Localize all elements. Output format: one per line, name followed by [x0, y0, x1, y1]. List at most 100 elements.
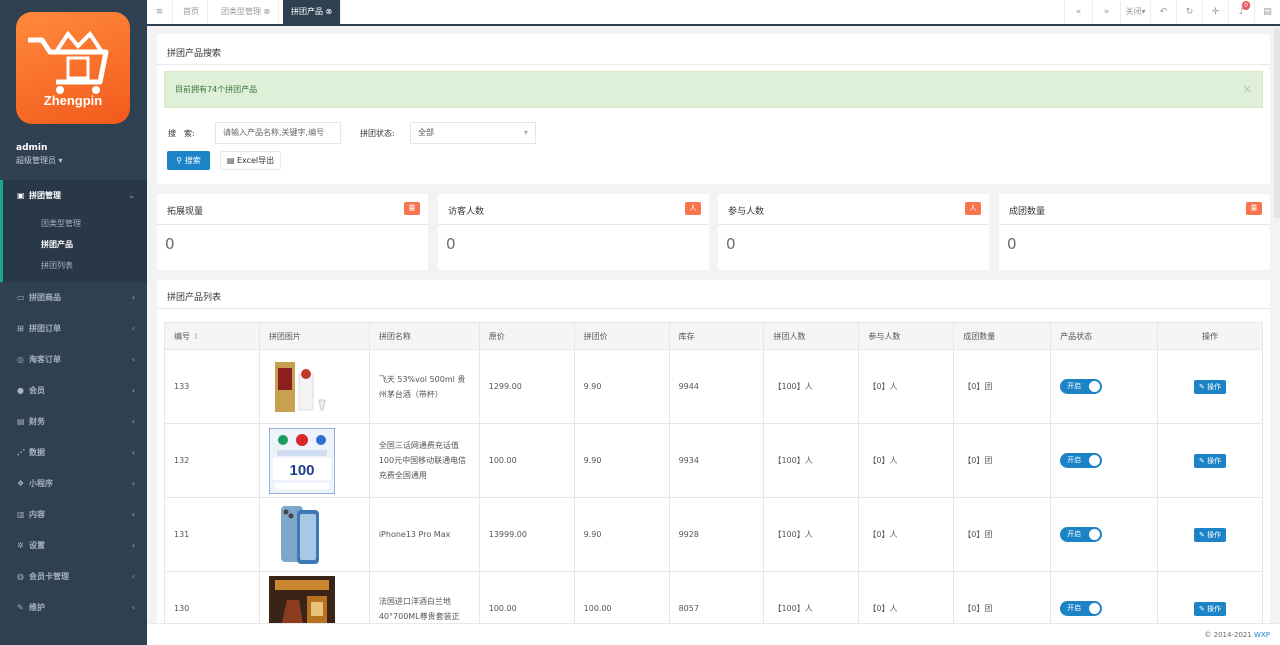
tab-group-products[interactable]: 拼团产品 ⊗ — [283, 0, 342, 24]
cell-op: ✎ 操作 — [1157, 423, 1263, 498]
footer-brand-link[interactable]: WXP — [1254, 631, 1270, 639]
sidebar-item-finance[interactable]: ▤ 财务 ‹ — [0, 406, 147, 437]
sidebar-item-group-goods[interactable]: ▭ 拼团商品 ‹ — [0, 282, 147, 313]
cell-status: 开启 — [1050, 349, 1159, 424]
menu-toggle-icon[interactable]: ≡ — [147, 0, 173, 24]
sidebar-item-data[interactable]: ⋰ 数据 ‹ — [0, 437, 147, 468]
tabs-scroll-right-icon[interactable]: » — [1092, 0, 1120, 24]
chart-icon: ⋰ — [17, 448, 25, 457]
cell-stock: 9928 — [668, 497, 765, 572]
sidebar-item-group-orders[interactable]: ⊞ 拼团订单 ‹ — [0, 313, 147, 344]
search-button[interactable]: ⚲ 搜索 — [167, 151, 210, 170]
close-icon[interactable]: × — [1242, 72, 1252, 107]
search-button-label: 搜索 — [184, 156, 201, 165]
sidebar-menu: ▣ 拼团管理 ⌄ 团类型管理 拼团产品 拼团列表 ▭ 拼团商品 ‹ ⊞ 拼团订单 ‹ ◎ 淘… — [0, 180, 147, 623]
cell-joined: 【0】人 — [858, 349, 955, 424]
sidebar-item-label: 会员 — [29, 386, 45, 395]
stat-card-exposure: 拓展现量 量 0 — [157, 194, 428, 270]
sidebar-item-label: 内容 — [29, 510, 45, 519]
operate-button[interactable]: ✎ 操作 — [1193, 379, 1227, 394]
chevron-left-icon: ‹ — [131, 386, 135, 395]
tab-label: 团类型管理 — [221, 7, 261, 16]
sidebar-item-taoke-orders[interactable]: ◎ 淘客订单 ‹ — [0, 344, 147, 375]
column-header: 拼团价 — [573, 322, 670, 350]
cell-group-size: 【100】人 — [763, 423, 860, 498]
tab-home[interactable]: 首页 — [175, 0, 208, 24]
submenu-item-group-types[interactable]: 团类型管理 — [3, 213, 147, 234]
status-toggle[interactable]: 开启 — [1060, 601, 1103, 616]
table-row: 133 飞天 53%vol 500ml 贵州茅台酒（带杯） 1299.00 9.… — [164, 349, 1263, 424]
money-icon: ▤ — [17, 417, 25, 426]
tab-group-types[interactable]: 团类型管理 ⊗ — [213, 0, 280, 24]
right-panel-icon[interactable]: ▤ — [1254, 0, 1280, 24]
close-tabs-dropdown[interactable]: 关闭▾ — [1120, 0, 1150, 24]
back-icon[interactable]: ↶ — [1150, 0, 1176, 24]
fullscreen-icon[interactable]: ✛ — [1202, 0, 1228, 24]
operate-button[interactable]: ✎ 操作 — [1193, 601, 1227, 616]
user-name[interactable]: admin — [16, 143, 47, 153]
sidebar-item-miniapp[interactable]: ❖ 小程序 ‹ — [0, 468, 147, 499]
stat-card-groups: 成团数量 量 0 — [999, 194, 1270, 270]
status-select[interactable]: 全部 ▾ — [410, 122, 536, 144]
operate-button[interactable]: ✎ 操作 — [1193, 527, 1227, 542]
product-thumbnail[interactable] — [268, 353, 335, 420]
divider — [718, 224, 989, 225]
chevron-left-icon: ‹ — [131, 293, 135, 302]
sort-icon[interactable]: ⇕ — [193, 332, 200, 341]
status-label: 拼团状态: — [360, 129, 395, 138]
stat-card-participants: 参与人数 人 0 — [718, 194, 989, 270]
stat-tag: 人 — [965, 202, 981, 215]
table-row: 131 iPhone13 Pro Max 13999.00 9.90 9928 … — [164, 497, 1263, 572]
sidebar-item-label: 小程序 — [29, 479, 53, 488]
divider — [438, 224, 709, 225]
sidebar-item-content[interactable]: ▥ 内容 ‹ — [0, 499, 147, 530]
bell-icon[interactable]: ♪ 0 — [1228, 0, 1254, 24]
tabs-scroll-left-icon[interactable]: « — [1064, 0, 1092, 24]
stat-card-visitors: 访客人数 人 0 — [438, 194, 709, 270]
table-row: 132 100 全国三话网通费充话值100元中国移动联通电信充费全国通用 100… — [164, 423, 1263, 498]
search-input[interactable]: 请输入产品名称,关键字,编号 — [215, 122, 341, 144]
cell-formed: 【0】团 — [953, 423, 1052, 498]
status-toggle[interactable]: 开启 — [1060, 379, 1103, 394]
sidebar-item-label: 会员卡管理 — [29, 572, 69, 581]
excel-export-button[interactable]: ▤ Excel导出 — [220, 151, 281, 170]
stat-title: 访客人数 — [448, 207, 485, 217]
stat-tag: 量 — [404, 202, 420, 215]
edit-icon: ✎ — [1198, 456, 1205, 465]
sidebar-item-members[interactable]: ● 会员 ‹ — [0, 375, 147, 406]
stat-tag: 量 — [1246, 202, 1262, 215]
sidebar-item-settings[interactable]: ✲ 设置 ‹ — [0, 530, 147, 561]
column-header: 原价 — [478, 322, 575, 350]
gear-icon: ✲ — [17, 541, 24, 550]
status-toggle[interactable]: 开启 — [1060, 453, 1103, 468]
column-header-label: 编号 — [174, 331, 190, 341]
cart-icon: ⊞ — [17, 324, 24, 333]
table-header-row: 编号 ⇕ 拼团图片 拼团名称 原价 拼团价 库存 拼团人数 参与人数 成团数量 … — [164, 322, 1263, 350]
chevron-left-icon: ‹ — [131, 417, 135, 426]
logo-text: Zhengpin — [43, 93, 103, 108]
app-logo: Zhengpin — [16, 12, 130, 124]
column-header-id[interactable]: 编号 ⇕ — [164, 322, 260, 350]
cubes-icon: ❖ — [17, 479, 25, 488]
sidebar-item-label: 拼团商品 — [29, 293, 61, 302]
sidebar-item-maintenance[interactable]: ✎ 维护 ‹ — [0, 592, 147, 623]
export-button-label: Excel导出 — [236, 156, 275, 165]
cell-price: 1299.00 — [478, 349, 575, 424]
product-thumbnail[interactable] — [268, 501, 335, 568]
sidebar-item-member-cards[interactable]: ◍ 会员卡管理 ‹ — [0, 561, 147, 592]
close-icon[interactable]: ⊗ — [326, 7, 333, 16]
scrollbar[interactable] — [1274, 28, 1280, 218]
submenu-item-group-products[interactable]: 拼团产品 — [3, 234, 147, 255]
close-icon[interactable]: ⊗ — [264, 7, 271, 16]
user-role-dropdown[interactable]: 超级管理员 ▾ — [16, 155, 63, 166]
chevron-left-icon: ‹ — [131, 572, 135, 581]
status-toggle[interactable]: 开启 — [1060, 527, 1103, 542]
gift-icon: ▣ — [17, 191, 25, 200]
refresh-icon[interactable]: ↻ — [1176, 0, 1202, 24]
submenu-item-group-list[interactable]: 拼团列表 — [3, 255, 147, 276]
operate-button[interactable]: ✎ 操作 — [1193, 453, 1227, 468]
search-panel-title: 拼团产品搜索 — [167, 49, 222, 59]
cell-formed: 【0】团 — [953, 497, 1052, 572]
product-thumbnail[interactable]: 100 — [268, 427, 335, 494]
sidebar-item-group-manage[interactable]: ▣ 拼团管理 ⌄ — [0, 180, 147, 210]
